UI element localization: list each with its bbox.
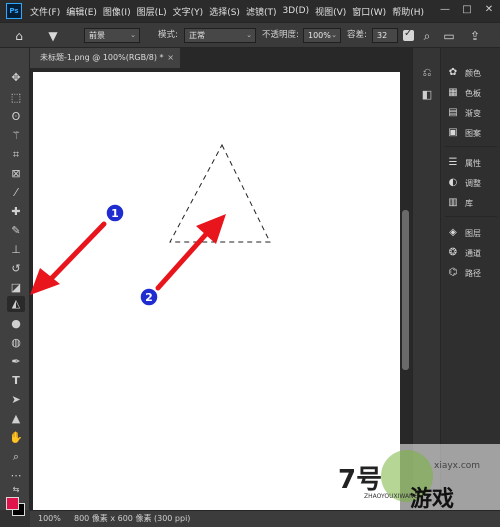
panel-paths[interactable]: ⌬ 路径 bbox=[447, 266, 481, 280]
annotation-badge-2-label: 2 bbox=[145, 291, 153, 304]
panel-adjustments-label: 调整 bbox=[465, 178, 481, 188]
panel-paths-label: 路径 bbox=[465, 268, 481, 278]
sliders-icon: ☰ bbox=[448, 157, 458, 168]
panel-patterns[interactable]: ▣ 图案 bbox=[447, 126, 481, 140]
panel-color[interactable]: ✿ 颜色 bbox=[447, 66, 481, 80]
panel-libraries[interactable]: ▥ 库 bbox=[447, 196, 473, 210]
panel-properties-label: 属性 bbox=[465, 158, 481, 168]
annotation-arrow-1 bbox=[43, 221, 107, 287]
panel-channels[interactable]: ❂ 通道 bbox=[447, 246, 481, 260]
grid-icon: ▦ bbox=[448, 87, 458, 98]
pattern-icon: ▣ bbox=[448, 127, 458, 138]
palette-icon: ✿ bbox=[448, 67, 458, 78]
properties-panel-icon[interactable]: ◧ bbox=[419, 88, 435, 104]
zoom-level[interactable]: 100% bbox=[38, 511, 61, 527]
annotation-badge-1-label: 1 bbox=[111, 207, 119, 220]
panel-color-label: 颜色 bbox=[465, 68, 481, 78]
adjustments-icon: ◐ bbox=[448, 177, 458, 188]
channels-icon: ❂ bbox=[448, 247, 458, 258]
panel-swatches-label: 色板 bbox=[465, 88, 481, 98]
library-icon: ▥ bbox=[448, 197, 458, 208]
status-bar: 100% 800 像素 x 600 像素 (300 ppi) bbox=[30, 510, 500, 527]
panels-dock: ✿ 颜色 ▦ 色板 ▤ 渐变 ▣ 图案 ☰ 属性 ◐ 调整 ▥ 库 ◈ 图层 ❂… bbox=[440, 48, 500, 510]
document-info: 800 像素 x 600 像素 (300 ppi) bbox=[74, 514, 191, 523]
gradient-icon: ▤ bbox=[448, 107, 458, 118]
panel-layers-label: 图层 bbox=[465, 228, 481, 238]
panel-properties[interactable]: ☰ 属性 bbox=[447, 156, 481, 170]
foreground-color-swatch[interactable] bbox=[6, 497, 19, 510]
panel-swatches[interactable]: ▦ 色板 bbox=[447, 86, 481, 100]
panel-gradients[interactable]: ▤ 渐变 bbox=[447, 106, 481, 120]
panel-divider bbox=[445, 146, 497, 147]
panel-layers[interactable]: ◈ 图层 bbox=[447, 226, 481, 240]
panel-gradients-label: 渐变 bbox=[465, 108, 481, 118]
panel-divider bbox=[445, 216, 497, 217]
layers-icon: ◈ bbox=[449, 227, 457, 238]
history-panel-icon[interactable]: ⎌ bbox=[419, 66, 435, 82]
panel-adjustments[interactable]: ◐ 调整 bbox=[447, 176, 481, 190]
panel-channels-label: 通道 bbox=[465, 248, 481, 258]
panel-libraries-label: 库 bbox=[465, 198, 473, 208]
collapsed-panel-strip: ⎌ ◧ bbox=[412, 48, 440, 510]
annotation-arrow-2 bbox=[155, 229, 211, 291]
path-icon: ⌬ bbox=[448, 267, 458, 278]
panel-patterns-label: 图案 bbox=[465, 128, 481, 138]
